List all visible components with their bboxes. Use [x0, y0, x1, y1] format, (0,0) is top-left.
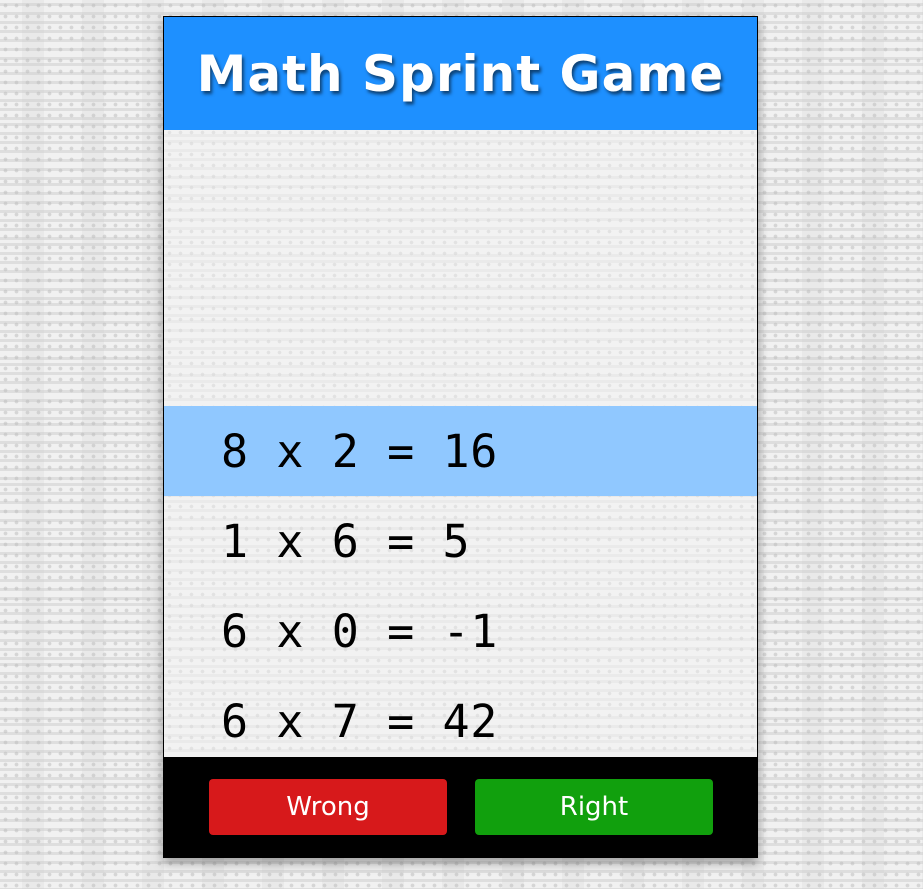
equation-item-selected: 8 x 2 = 16: [164, 406, 757, 496]
equation-item: 1 x 6 = 5: [164, 496, 757, 586]
equation-item: 6 x 7 = 42: [164, 676, 757, 758]
footer: Wrong Right: [164, 757, 757, 857]
header: Math Sprint Game: [164, 17, 757, 130]
equation-item: 6 x 0 = -1: [164, 586, 757, 676]
equation-list[interactable]: 8 x 2 = 16 1 x 6 = 5 6 x 0 = -1 6 x 7 = …: [164, 130, 757, 758]
page-title: Math Sprint Game: [196, 44, 725, 103]
equation-text: 6 x 0 = -1: [221, 604, 498, 658]
wrong-button[interactable]: Wrong: [209, 779, 447, 835]
game-card: Math Sprint Game 8 x 2 = 16 1 x 6 = 5 6 …: [163, 16, 758, 858]
equation-text: 1 x 6 = 5: [221, 514, 471, 568]
equation-text: 6 x 7 = 42: [221, 694, 498, 748]
equation-text: 8 x 2 = 16: [221, 424, 498, 478]
right-button[interactable]: Right: [475, 779, 713, 835]
